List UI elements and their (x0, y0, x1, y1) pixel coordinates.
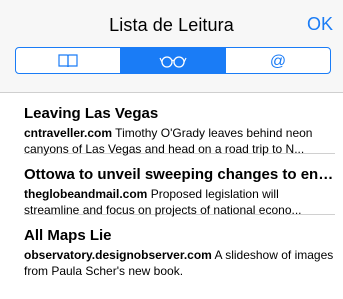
reading-list: Leaving Las Vegas cntraveller.com Timoth… (0, 93, 343, 279)
item-description: observatory.designobserver.com A slidesh… (24, 247, 335, 279)
svg-text:@: @ (270, 53, 286, 70)
item-source: cntraveller.com (24, 126, 113, 140)
item-title: All Maps Lie (24, 227, 112, 244)
at-icon: @ (270, 53, 286, 70)
item-description: theglobeandmail.com Proposed legislation… (24, 186, 335, 218)
glasses-icon (159, 55, 187, 68)
item-source: theglobeandmail.com (24, 187, 148, 201)
segment-reading-list[interactable] (121, 48, 226, 73)
segmented-control: @ (15, 47, 331, 74)
page-title: Lista de Leitura (109, 15, 234, 35)
ok-button[interactable]: OK (307, 14, 333, 35)
nav-bar: Lista de Leitura OK (0, 0, 343, 50)
item-title: Leaving Las Vegas (24, 105, 159, 122)
segment-shared-links[interactable]: @ (226, 48, 330, 73)
book-icon (58, 53, 78, 67)
item-description: cntraveller.com Timothy O'Grady leaves b… (24, 125, 335, 157)
segment-bookmarks[interactable] (16, 48, 121, 73)
list-item[interactable]: All Maps Lie observatory.designobserver.… (24, 215, 335, 279)
list-item[interactable]: Leaving Las Vegas cntraveller.com Timoth… (24, 93, 335, 157)
item-title: Ottowa to unveil sweeping changes to env… (24, 166, 335, 183)
item-source: observatory.designobserver.com (24, 248, 212, 262)
list-item[interactable]: Ottowa to unveil sweeping changes to env… (24, 154, 335, 218)
